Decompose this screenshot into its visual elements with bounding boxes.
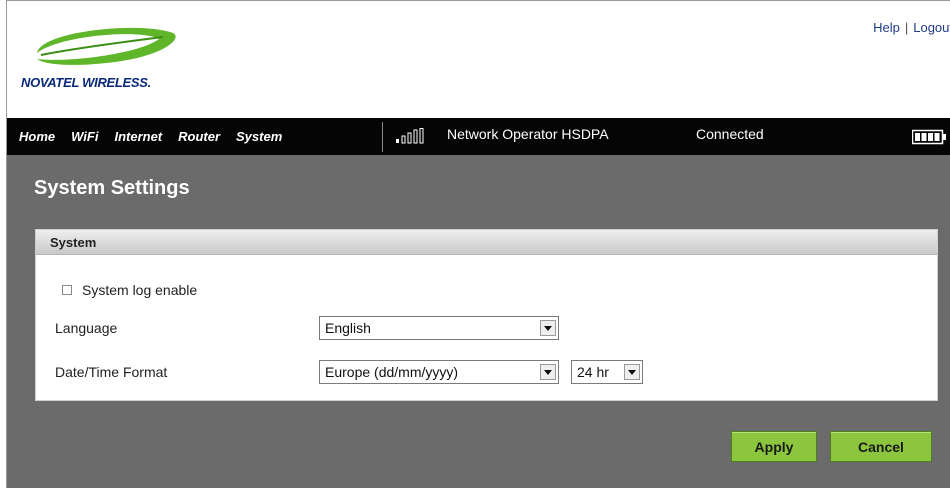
nav-item-router[interactable]: Router	[178, 129, 220, 144]
system-log-label: System log enable	[82, 282, 198, 298]
logout-link[interactable]: Logout	[913, 20, 950, 35]
hour-format-value: 24 hr	[577, 364, 609, 380]
page-title: System Settings	[34, 177, 190, 199]
cancel-button[interactable]: Cancel	[830, 431, 932, 462]
main-content: System Settings System System log enable…	[7, 155, 950, 488]
nav-divider	[382, 122, 383, 152]
panel-title: System	[50, 235, 97, 250]
system-log-row: System log enable	[62, 282, 197, 298]
datetime-format-value: Europe (dd/mm/yyyy)	[325, 364, 459, 380]
logo-text: NOVATEL WIRELESS.	[21, 75, 151, 90]
header: NOVATEL WIRELESS. Help | Logout	[7, 1, 950, 118]
app-frame: NOVATEL WIRELESS. Help | Logout Home WiFi …	[6, 0, 950, 488]
chevron-down-icon	[540, 320, 556, 336]
language-label: Language	[55, 320, 118, 336]
system-log-checkbox[interactable]	[62, 285, 72, 295]
chevron-down-icon	[624, 364, 640, 380]
system-panel: System System log enable Language Englis…	[35, 229, 938, 401]
nav-item-wifi[interactable]: WiFi	[71, 129, 98, 144]
logo: NOVATEL WIRELESS.	[21, 23, 189, 95]
nav-item-system[interactable]: System	[236, 129, 282, 144]
nav-menu: Home WiFi Internet Router System	[7, 118, 285, 155]
chevron-down-icon	[540, 364, 556, 380]
datetime-format-label: Date/Time Format	[55, 364, 168, 380]
nav-item-home[interactable]: Home	[19, 129, 55, 144]
language-select-value: English	[325, 320, 371, 336]
logo-swoosh-icon	[37, 27, 176, 65]
battery-icon	[912, 129, 946, 145]
language-select[interactable]: English	[319, 316, 559, 340]
network-operator-text: Network Operator HSDPA	[447, 126, 609, 142]
apply-button[interactable]: Apply	[731, 431, 817, 462]
nav-bar: Home WiFi Internet Router System Network…	[7, 118, 950, 155]
help-link[interactable]: Help	[873, 20, 900, 35]
signal-bars-icon	[396, 128, 424, 144]
top-links: Help | Logout	[873, 20, 950, 35]
datetime-format-select[interactable]: Europe (dd/mm/yyyy)	[319, 360, 559, 384]
link-separator: |	[904, 20, 909, 35]
connection-status: Connected	[696, 126, 764, 142]
nav-item-internet[interactable]: Internet	[114, 129, 162, 144]
hour-format-select[interactable]: 24 hr	[571, 360, 643, 384]
panel-header: System	[36, 230, 937, 255]
